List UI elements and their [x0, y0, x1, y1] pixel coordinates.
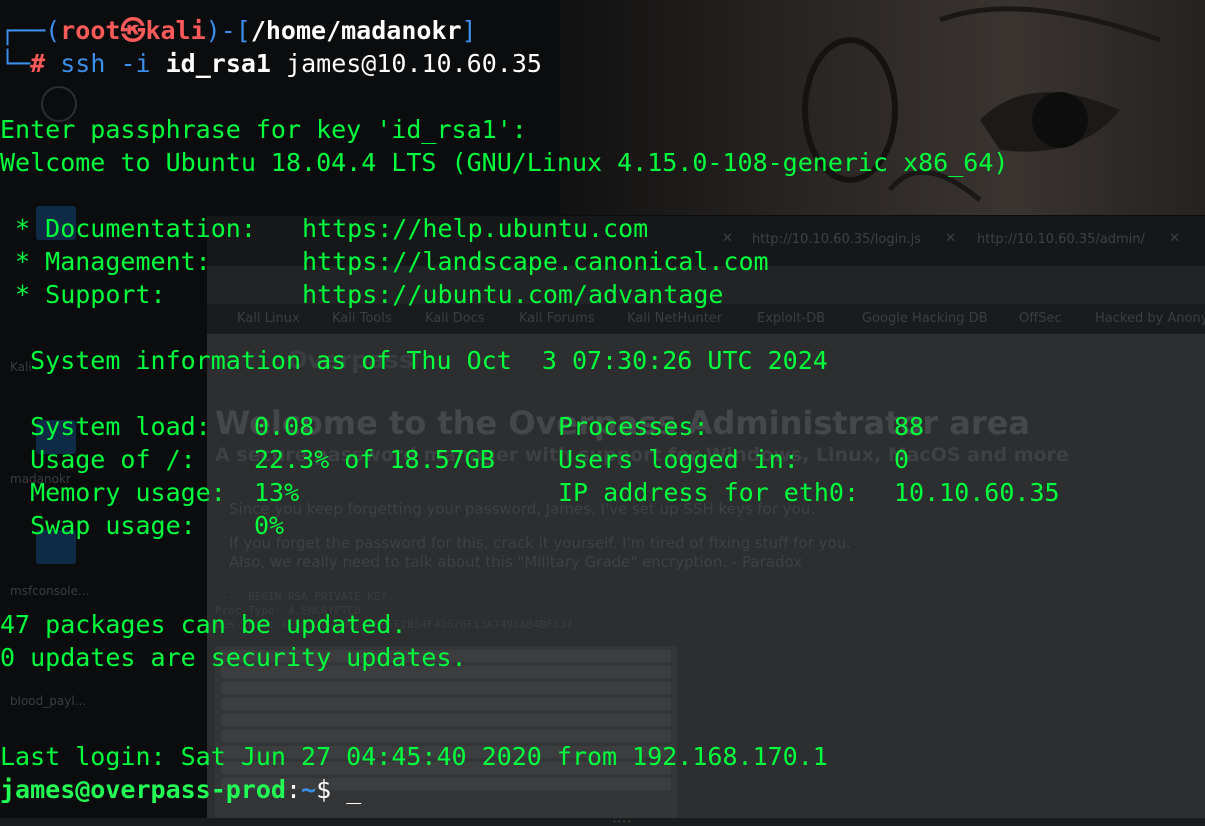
bookmark[interactable]: Google Hacking DB	[862, 311, 988, 326]
desktop-item-label: msfconsole...	[10, 584, 90, 598]
prompt-close: ]	[461, 16, 477, 45]
prompt-dollar: $	[316, 775, 332, 804]
prompt-separator: )-[	[205, 16, 251, 45]
motd-label: * Documentation:	[0, 214, 256, 243]
command-flag: -i	[120, 49, 151, 78]
ip-address-value: 10.10.60.35	[894, 478, 1060, 507]
wallpaper-art	[560, 0, 1205, 215]
command-key-file: id_rsa1	[165, 49, 271, 78]
swap-usage-value: 0%	[254, 511, 285, 540]
prompt-host: kali	[145, 16, 206, 45]
resize-grip-icon[interactable]: ····	[612, 818, 632, 826]
support-url: https://ubuntu.com/advantage	[302, 280, 724, 309]
bookmark[interactable]: Hacked by Anonymous	[1095, 311, 1205, 326]
kali-at-icon: ㉿	[120, 16, 146, 45]
close-tab-icon[interactable]: ✕	[945, 231, 956, 246]
wallpaper-face-illustration	[802, 6, 1161, 202]
bookmark[interactable]: Kali Forums	[519, 311, 595, 326]
prompt-box-bottom: └─	[0, 49, 31, 78]
motd-label: * Management:	[0, 247, 211, 276]
sysinfo-row: Memory usage: 13% IP address for eth0: 10.1…	[0, 476, 1205, 509]
command-name: ssh	[60, 49, 106, 78]
system-info-header: System information as of Thu Oct 3 07:30…	[0, 346, 828, 375]
page-paragraph: Also, we really need to talk about this …	[229, 553, 803, 571]
prompt-path: /home/madanokr	[250, 16, 462, 45]
terminal-bottom-border	[0, 818, 1205, 826]
bookmark[interactable]: Kali Linux	[237, 311, 300, 326]
memory-usage-value: 13%	[254, 478, 300, 507]
text-cursor[interactable]: _	[346, 775, 361, 804]
prompt-colon: :	[285, 775, 302, 804]
bookmark[interactable]: OffSec	[1019, 311, 1062, 326]
welcome-banner: Welcome to Ubuntu 18.04.4 LTS (GNU/Linux…	[0, 148, 1009, 177]
sysinfo-label: Users logged in:	[558, 445, 799, 474]
bookmark[interactable]: Kali Tools	[332, 311, 392, 326]
browser-tab[interactable]: http://10.10.60.35/admin/	[977, 232, 1145, 247]
prompt-box-top: ┌──(	[0, 16, 61, 45]
sysinfo-label: Memory usage:	[0, 478, 226, 507]
root-hash: #	[30, 49, 46, 78]
disk-usage-value: 22.3% of 18.57GB	[254, 445, 495, 474]
motd-management: * Management: https://landscape.canonical…	[0, 245, 769, 278]
rsa-key-header: -----BEGIN RSA PRIVATE KEY-----	[215, 590, 421, 603]
passphrase-prompt: Enter passphrase for key 'id_rsa1':	[0, 115, 527, 144]
sysinfo-label: Swap usage:	[0, 511, 196, 540]
bookmark[interactable]: Exploit-DB	[757, 311, 825, 326]
sysinfo-label: Usage of /:	[0, 445, 196, 474]
bookmark[interactable]: Kali NetHunter	[627, 311, 722, 326]
desktop-item-label: blood_payl...	[10, 694, 87, 708]
sysinfo-row: Usage of /: 22.3% of 18.57GB Users logged …	[0, 443, 1205, 476]
command-line: └─# ssh -i id_rsa1 james@10.10.60.35	[0, 47, 542, 80]
sysinfo-row: System load: 0.08 Processes: 88	[0, 410, 1205, 443]
management-url: https://landscape.canonical.com	[302, 247, 769, 276]
prompt-user: root	[60, 16, 121, 45]
command-target: james@10.10.60.35	[286, 49, 542, 78]
sysinfo-label: IP address for eth0:	[558, 478, 860, 507]
sysinfo-label: Processes:	[558, 412, 709, 441]
motd-support: * Support: https://ubuntu.com/advantage	[0, 278, 723, 311]
motd-label: * Support:	[0, 280, 166, 309]
last-login-line: Last login: Sat Jun 27 04:45:40 2020 fro…	[0, 742, 828, 771]
prompt-user-host: james@overpass-prod	[0, 775, 286, 804]
packages-update-line: 47 packages can be updated.	[0, 610, 407, 639]
close-tab-icon[interactable]: ✕	[722, 231, 733, 246]
motd-documentation: * Documentation: https://help.ubuntu.com	[0, 212, 648, 245]
users-logged-in-value: 0	[894, 445, 910, 474]
shell-prompt-line: ┌──(root㉿kali)-[/home/madanokr]	[0, 14, 477, 47]
sysinfo-row: Swap usage: 0%	[0, 509, 1205, 542]
processes-value: 88	[894, 412, 925, 441]
security-update-line: 0 updates are security updates.	[0, 643, 467, 672]
close-tab-icon[interactable]: ✕	[1169, 231, 1180, 246]
system-load-value: 0.08	[254, 412, 315, 441]
documentation-url: https://help.ubuntu.com	[302, 214, 649, 243]
bookmark[interactable]: Kali Docs	[425, 311, 485, 326]
sysinfo-label: System load:	[0, 412, 211, 441]
prompt-directory: ~	[301, 775, 317, 804]
remote-shell-prompt[interactable]: james@overpass-prod:~$ _	[0, 773, 361, 806]
browser-tab[interactable]: http://10.10.60.35/login.js	[752, 232, 921, 247]
